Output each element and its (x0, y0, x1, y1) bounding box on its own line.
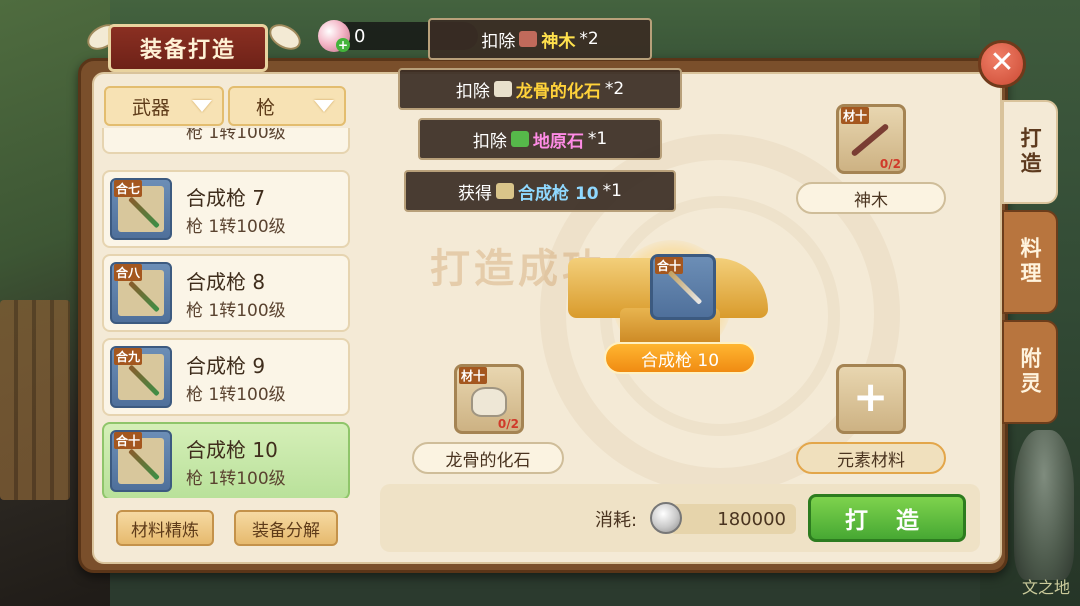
cost-value: 180000 (717, 508, 786, 530)
list-item-sub: 枪 1转100级 (186, 469, 286, 489)
item-tier-tag: 合十 (114, 432, 143, 449)
toast-prefix: 获得 (458, 183, 493, 204)
list-item[interactable]: 合八 合成枪 8 枪 1转100级 (102, 254, 350, 332)
refine-material-label: 材料精炼 (131, 520, 199, 541)
item-tier-tag: 合九 (114, 348, 143, 365)
background-fence (0, 300, 70, 500)
material-count: 0/2 (879, 157, 901, 171)
material-tier-tag: 材十 (459, 367, 488, 384)
cost-box: 180000 (670, 504, 796, 534)
plus-icon: + (853, 372, 889, 421)
watermark: 文之地 (1021, 578, 1070, 597)
equipment-list[interactable]: 枪 1转100级 合七 合成枪 7 枪 1转100级 合八 合成枪 8 枪 1转… (100, 128, 352, 498)
list-item-sub: 枪 1转100级 (186, 301, 286, 321)
toast-prefix: 扣除 (472, 131, 507, 152)
material-tier-tag: 材十 (841, 107, 870, 124)
add-currency-icon[interactable]: + (336, 38, 350, 52)
list-item[interactable]: 枪 1转100级 (102, 128, 350, 154)
list-item-sub: 枪 1转100级 (186, 385, 286, 405)
element-material-slot[interactable]: + (836, 364, 906, 434)
list-item[interactable]: 合九 合成枪 9 枪 1转100级 (102, 338, 350, 416)
list-item-sub: 枪 1转100级 (186, 128, 286, 143)
tab-forge-label: 打造 (1018, 127, 1042, 177)
tab-cooking[interactable]: 料理 (1002, 210, 1058, 314)
toast-prefix: 扣除 (455, 81, 490, 102)
notification-toast: 扣除 地原石 *1 (418, 118, 662, 160)
forge-button[interactable]: 打 造 (808, 494, 966, 542)
material-slot-wood[interactable]: 材十 0/2 (836, 104, 906, 174)
list-item-name: 合成枪 7 (186, 186, 266, 210)
toast-suffix: *2 (579, 29, 599, 49)
forge-button-label: 打 造 (844, 508, 929, 534)
result-slot[interactable]: 合十 (650, 254, 716, 320)
wood-icon (519, 31, 538, 47)
toast-suffix: *2 (604, 79, 625, 99)
notification-toast: 扣除 神木 *2 (428, 18, 652, 60)
material-label: 龙骨的化石 (412, 442, 564, 474)
cost-label: 消耗: (595, 510, 638, 531)
material-label: 神木 (796, 182, 946, 214)
list-item-name: 合成枪 9 (186, 354, 266, 378)
material-name: 元素材料 (837, 450, 905, 471)
toast-item: 合成枪 10 (518, 183, 599, 204)
result-label: 合成枪 10 (604, 342, 756, 374)
notification-toast: 获得 合成枪 10 *1 (404, 170, 676, 212)
material-name: 龙骨的化石 (445, 450, 531, 471)
subtype-dropdown[interactable]: 枪 (228, 86, 346, 126)
decompose-equipment-label: 装备分解 (252, 520, 320, 541)
material-count: 0/2 (497, 417, 519, 431)
list-item[interactable]: 合七 合成枪 7 枪 1转100级 (102, 170, 350, 248)
tab-enchant[interactable]: 附灵 (1002, 320, 1058, 424)
tab-forge[interactable]: 打造 (1002, 100, 1058, 204)
spear-icon: 合八 (110, 262, 172, 324)
spear-icon: 合十 (110, 430, 172, 492)
title-banner: 装备打造 (108, 24, 268, 72)
category-dropdown[interactable]: 武器 (104, 86, 224, 126)
toast-suffix: *1 (587, 129, 608, 149)
toast-item: 地原石 (532, 131, 584, 152)
spear-icon: 合九 (110, 346, 172, 408)
list-item-sub: 枪 1转100级 (186, 217, 286, 237)
result-name: 合成枪 10 (640, 350, 720, 371)
toast-item: 神木 (541, 31, 576, 52)
category-value: 武器 (132, 96, 171, 119)
chevron-down-icon (314, 100, 334, 112)
page-title: 装备打造 (139, 38, 236, 63)
chevron-down-icon (192, 100, 212, 112)
spear-icon (667, 270, 703, 305)
toast-item: 龙骨的化石 (515, 81, 601, 102)
wood-stick-icon (850, 122, 890, 158)
skull-icon (493, 81, 512, 97)
item-tier-tag: 合八 (114, 264, 143, 281)
material-slot-fossil[interactable]: 材十 0/2 (454, 364, 524, 434)
notification-toast: 扣除 龙骨的化石 *2 (398, 68, 682, 110)
list-item-name: 合成枪 8 (186, 270, 266, 294)
toast-suffix: *1 (602, 181, 622, 201)
material-name: 神木 (854, 190, 888, 211)
item-tier-tag: 合七 (114, 180, 143, 197)
tab-enchant-label: 附灵 (1018, 347, 1042, 397)
close-button[interactable]: ✕ (978, 40, 1026, 88)
tab-cooking-label: 料理 (1018, 237, 1042, 287)
spear-icon (496, 183, 515, 199)
close-icon: ✕ (989, 45, 1015, 80)
skull-icon (471, 387, 507, 417)
silver-coin-icon (650, 502, 682, 534)
element-material-label: 元素材料 (796, 442, 946, 474)
currency-amount: 0 (354, 25, 366, 47)
list-item-name: 合成枪 10 (186, 438, 278, 462)
spear-icon: 合七 (110, 178, 172, 240)
leaf-icon (510, 131, 529, 147)
list-item-selected[interactable]: 合十 合成枪 10 枪 1转100级 (102, 422, 350, 498)
subtype-value: 枪 (256, 96, 276, 119)
refine-material-button[interactable]: 材料精炼 (116, 510, 214, 546)
decompose-equipment-button[interactable]: 装备分解 (234, 510, 338, 546)
toast-prefix: 扣除 (481, 31, 516, 52)
background-statue (1014, 430, 1074, 580)
